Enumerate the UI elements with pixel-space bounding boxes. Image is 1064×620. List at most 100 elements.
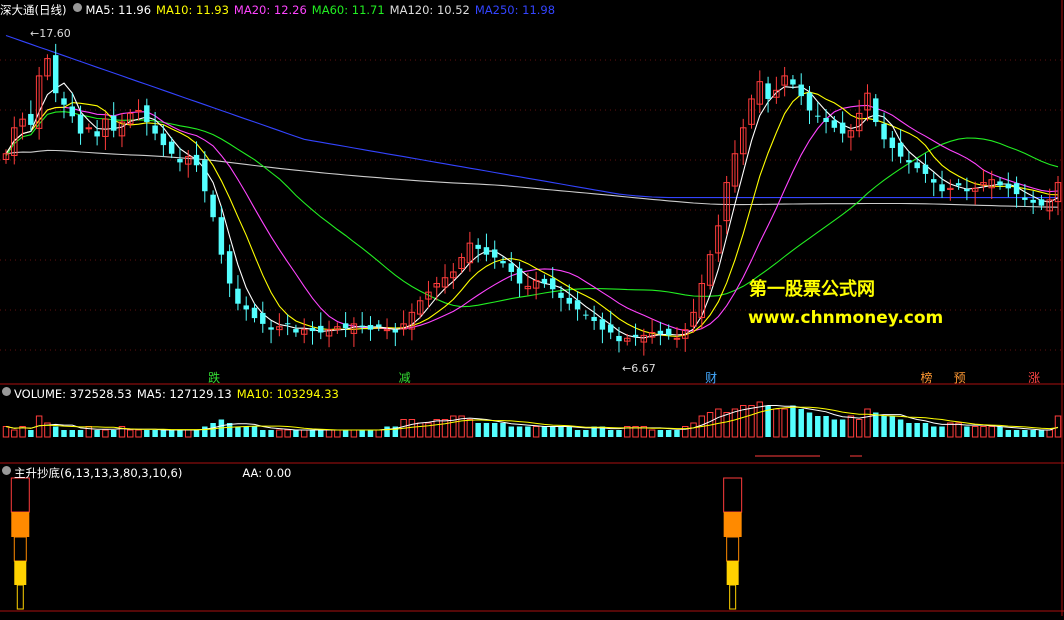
candle-body [168,141,175,154]
circle-icon[interactable] [2,387,11,396]
ma250-label: MA250: 11.98 [474,3,556,17]
volume-bar [980,426,987,438]
candle-body [309,327,316,332]
volume-bar [334,429,341,438]
candle-body [69,106,76,117]
volume-bar [790,405,796,437]
chart-stage: ←17.60 ←6.67 深大通(日线) MA5: 11.96 MA10: 11.… [0,0,1064,616]
event-tag-4[interactable]: 预 [953,371,967,385]
volume-bar [1038,430,1045,437]
volume-bar [483,423,490,437]
candle-body [202,160,208,192]
candle-body [1022,197,1028,200]
indicator-box [10,477,30,513]
volume-bar [1054,415,1062,438]
stock-title[interactable]: 深大通(日线) [0,2,66,18]
ma20-label: MA20: 12.26 [233,3,307,17]
ma5-label: MA5: 11.96 [85,3,152,17]
candle-body [160,133,167,146]
candle-body [177,158,183,163]
volume-bar [284,429,291,438]
candle-body [798,84,804,97]
candle-body [28,113,34,125]
volume-bar [1030,430,1036,437]
indicator-name: 主升抄底(6,13,13,3,80,3,10,6) [14,466,183,480]
volume-bar [508,426,515,437]
indicator-outline [726,536,740,562]
candle-body [516,268,523,284]
volume-bar [964,426,970,437]
volume-bar [375,429,382,438]
candle-body [268,327,274,330]
candle-body [94,131,100,137]
candle-body [914,162,920,169]
candle-body [673,337,681,340]
candle-body [110,115,117,131]
candle-body [144,105,150,123]
volume-bar [110,430,117,437]
event-tag-1[interactable]: 减 [398,371,412,385]
event-tag-3[interactable]: 榜 [919,371,933,385]
volume-bar [616,430,622,437]
candle-body [657,330,664,334]
volume-bar [466,419,474,438]
volume-bar [168,430,175,437]
volume-bar [674,430,680,437]
candle-body [897,142,904,157]
high-price-label: ←17.60 [30,27,71,40]
candle-body [193,154,200,166]
volume-bar [690,422,697,438]
volume-bar [144,430,150,437]
volume-bar [500,423,506,437]
circle-icon[interactable] [2,466,11,475]
volume-bar [931,426,937,437]
volume-bar [516,426,523,437]
volume-bar [2,426,10,438]
candle-body [591,316,597,321]
indicator-stem [729,584,737,610]
candle-body [293,329,299,333]
candle-body [218,217,225,255]
candle-body [964,188,970,192]
volume-bar [525,426,531,437]
indicator-box [723,477,743,513]
candle-body [1030,199,1036,203]
candle-body [922,164,929,174]
candle-body [839,122,846,134]
volume-bar [276,429,283,438]
ma10-label: MA10: 11.93 [156,3,229,17]
event-tag-0[interactable]: 跌 [207,371,221,385]
volume-bar [971,426,979,438]
volume-bar [607,430,614,437]
volume-bar [574,430,581,437]
candle-body [508,263,515,272]
candle-body [583,314,589,316]
candle-body [85,127,93,130]
volume-bar [441,419,449,438]
volume-bar [1013,430,1020,437]
event-tag-5[interactable]: 涨 [1027,371,1041,385]
candle-body [881,123,887,140]
candle-body [1005,183,1012,189]
volume-bar [177,430,183,437]
volume-bar [806,412,813,437]
event-tag-2[interactable]: 财 [704,371,718,385]
volume-bar [160,430,167,437]
candle-body [558,292,564,298]
candle-body [790,79,796,85]
volume-bar [11,429,18,438]
candle-body [873,98,879,123]
volume-bar [325,429,333,438]
volume-bar [815,416,821,437]
volume-bar [781,408,788,438]
volume-bar [889,416,896,437]
volume-bar [260,430,266,437]
candle-body [806,92,813,111]
candle-body [243,305,249,310]
circle-icon[interactable] [73,3,83,12]
candle-body [491,249,498,258]
candle-body [541,278,548,284]
volume-bar [665,430,672,437]
low-price-label: ←6.67 [622,362,656,375]
candle-body [52,55,59,94]
